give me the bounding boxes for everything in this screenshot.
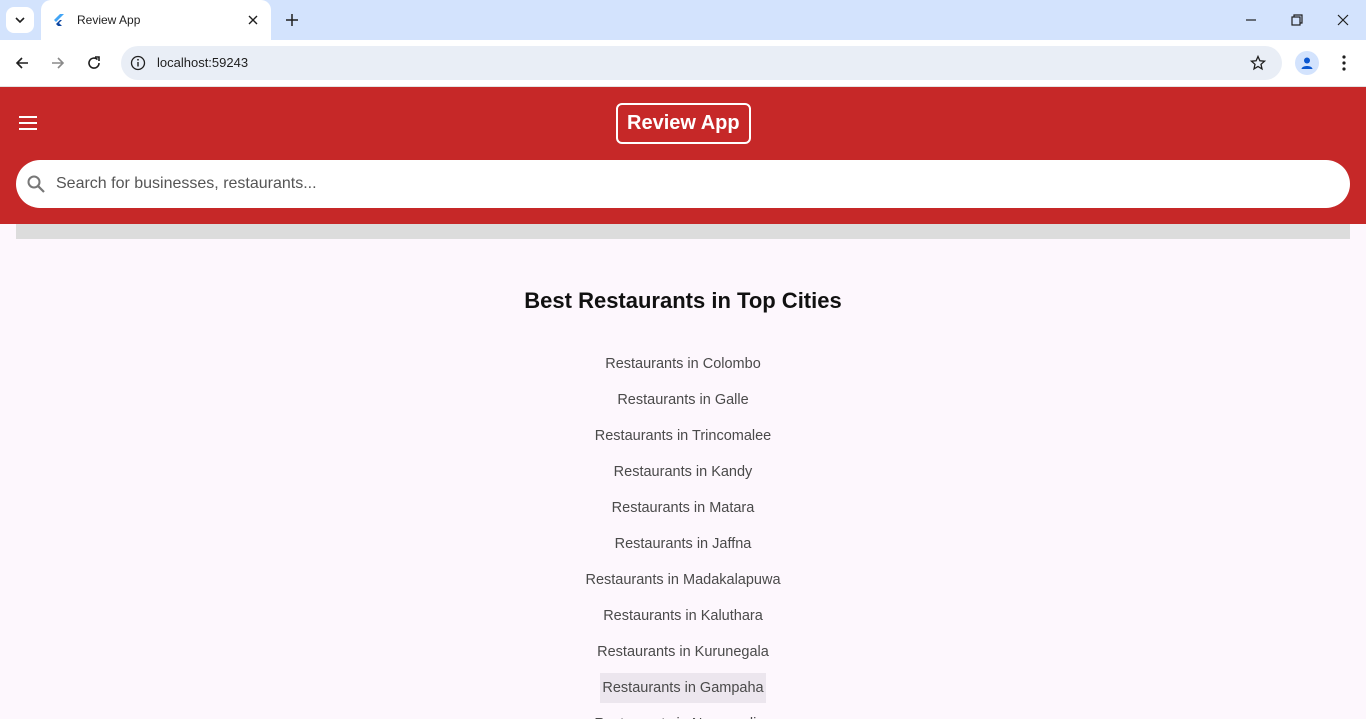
list-item: Restaurants in Madakalapuwa <box>0 562 1366 598</box>
list-item: Restaurants in Colombo <box>0 346 1366 382</box>
tab-close-button[interactable] <box>245 12 261 28</box>
minimize-button[interactable] <box>1239 8 1263 32</box>
city-link[interactable]: Restaurants in Madakalapuwa <box>583 565 782 595</box>
city-link[interactable]: Restaurants in Matara <box>610 493 757 523</box>
reload-icon <box>88 56 100 69</box>
list-item: Restaurants in Kaluthara <box>0 598 1366 634</box>
profile-button[interactable] <box>1295 51 1319 75</box>
list-item: Restaurants in Trincomalee <box>0 418 1366 454</box>
city-link[interactable]: Restaurants in Colombo <box>603 349 763 379</box>
minimize-icon <box>1246 19 1256 21</box>
city-link[interactable]: Restaurants in Gampaha <box>600 673 766 703</box>
list-item: Restaurants in Jaffna <box>0 526 1366 562</box>
reload-button[interactable] <box>82 51 106 75</box>
back-icon <box>15 57 28 69</box>
browser-tab[interactable]: Review App <box>41 0 271 40</box>
city-link[interactable]: Restaurants in Kurunegala <box>595 637 771 667</box>
back-button[interactable] <box>10 51 34 75</box>
browser-menu-button[interactable] <box>1334 51 1354 75</box>
city-list: Restaurants in Colombo Restaurants in Ga… <box>0 346 1366 719</box>
star-icon[interactable] <box>1248 53 1268 73</box>
restore-icon <box>1291 14 1303 26</box>
city-link[interactable]: Restaurants in Kandy <box>612 457 755 487</box>
menu-icon <box>19 116 37 130</box>
forward-icon <box>52 57 65 69</box>
search-icon <box>27 175 45 193</box>
window-close-button[interactable] <box>1331 8 1355 32</box>
banner-placeholder <box>16 224 1350 239</box>
new-tab-button[interactable] <box>281 9 303 31</box>
plus-icon <box>286 14 298 26</box>
city-link[interactable]: Restaurants in Kaluthara <box>601 601 765 631</box>
info-icon[interactable] <box>129 54 147 72</box>
forward-button[interactable] <box>46 51 70 75</box>
more-vert-icon <box>1342 55 1346 71</box>
city-link[interactable]: Restaurants in Nuwaraeliya <box>592 709 773 719</box>
profile-icon <box>1301 57 1313 69</box>
tab-search-icon <box>15 17 25 24</box>
browser-toolbar: localhost:59243 <box>0 40 1366 87</box>
list-item: Restaurants in Kandy <box>0 454 1366 490</box>
tab-title: Review App <box>77 13 141 27</box>
flutter-favicon-icon <box>51 12 67 28</box>
restore-button[interactable] <box>1285 8 1309 32</box>
address-bar[interactable]: localhost:59243 <box>121 46 1282 80</box>
city-link[interactable]: Restaurants in Jaffna <box>613 529 754 559</box>
drawer-menu-button[interactable] <box>14 109 42 137</box>
city-link[interactable]: Restaurants in Trincomalee <box>593 421 774 451</box>
city-link[interactable]: Restaurants in Galle <box>615 385 750 415</box>
section-title: Best Restaurants in Top Cities <box>524 288 842 313</box>
close-icon <box>248 15 258 25</box>
app-logo[interactable]: Review App <box>616 103 751 144</box>
url-text: localhost:59243 <box>157 55 249 70</box>
search-input[interactable] <box>56 160 1326 208</box>
list-item: Restaurants in Matara <box>0 490 1366 526</box>
browser-tabstrip: Review App <box>0 0 1366 40</box>
list-item: Restaurants in Nuwaraeliya <box>0 706 1366 719</box>
list-item: Restaurants in Kurunegala <box>0 634 1366 670</box>
list-item: Restaurants in Gampaha <box>0 670 1366 706</box>
window-close-icon <box>1337 14 1349 26</box>
app-header: Review App <box>0 87 1366 224</box>
list-item: Restaurants in Galle <box>0 382 1366 418</box>
search-bar[interactable] <box>16 160 1350 208</box>
tab-search-button[interactable] <box>6 7 34 33</box>
